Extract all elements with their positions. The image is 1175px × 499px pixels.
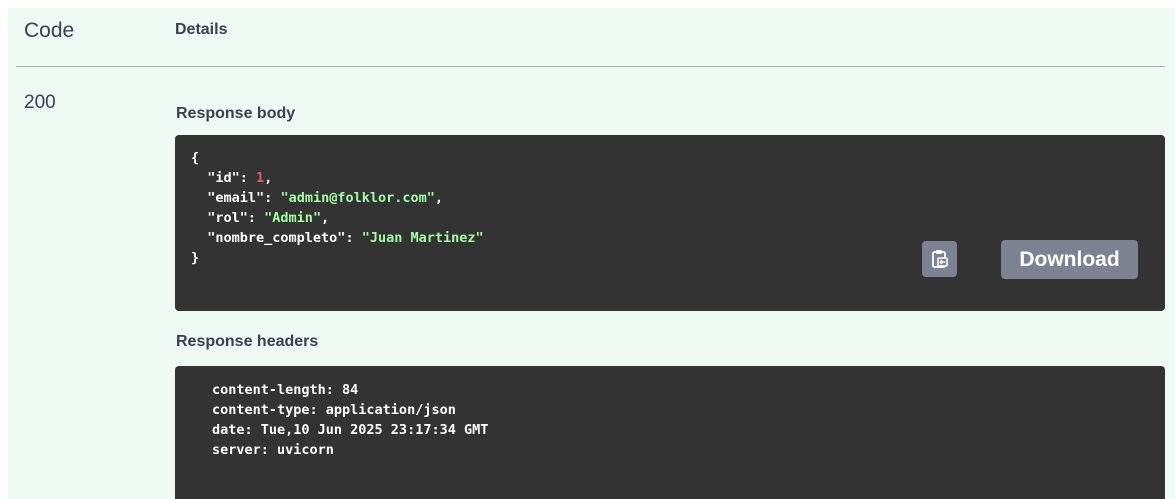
- download-button[interactable]: Download: [1001, 240, 1138, 279]
- clipboard-icon: [931, 250, 948, 268]
- json-value: "Juan Martinez": [361, 230, 484, 246]
- json-key: "nombre_completo": [207, 230, 346, 246]
- json-value: "Admin": [264, 210, 322, 226]
- header-line: content-type: application/json: [212, 402, 456, 418]
- json-comma: ,: [434, 190, 444, 206]
- header-divider: [16, 66, 1165, 67]
- json-comma: ,: [321, 210, 330, 226]
- copy-to-clipboard-button[interactable]: [922, 241, 957, 277]
- header-line: content-length: 84: [212, 382, 359, 398]
- json-key: "email": [207, 190, 265, 206]
- response-panel: Code Details 200 Response body { "id": 1…: [8, 8, 1175, 499]
- header-line: server: uvicorn: [212, 442, 334, 458]
- json-field-id: "id": 1,: [207, 170, 273, 186]
- response-headers-label: Response headers: [176, 333, 319, 350]
- response-status-code: 200: [24, 92, 56, 113]
- header-line: date: Tue,10 Jun 2025 23:17:34 GMT: [212, 422, 489, 438]
- response-body-label: Response body: [176, 105, 296, 122]
- json-field-rol: "rol": "Admin",: [207, 210, 330, 226]
- json-comma: ,: [264, 170, 273, 186]
- column-header-code: Code: [24, 19, 75, 42]
- json-key: "id": [207, 170, 240, 186]
- json-field-email: "email": "admin@folklor.com",: [207, 190, 444, 206]
- json-value: "admin@folklor.com": [280, 190, 435, 206]
- response-headers-block[interactable]: content-length: 84 content-type: applica…: [175, 366, 1165, 499]
- json-value: 1: [256, 170, 265, 186]
- response-body-block[interactable]: { "id": 1, "email": "admin@folklor.com",…: [175, 135, 1165, 311]
- json-open-brace: {: [191, 150, 200, 166]
- json-key: "rol": [207, 210, 248, 226]
- column-header-details: Details: [175, 21, 228, 38]
